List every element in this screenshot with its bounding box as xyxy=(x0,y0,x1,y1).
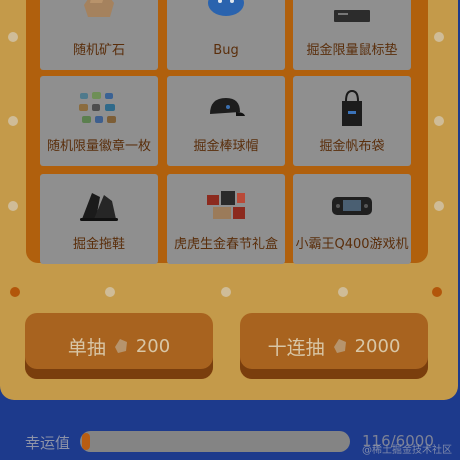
badges-icon xyxy=(40,86,158,130)
ore-coin-icon xyxy=(333,339,346,353)
frame-light xyxy=(8,32,18,42)
frame-light xyxy=(8,116,18,126)
luck-progress-bar xyxy=(80,431,350,452)
single-draw-cost: 200 xyxy=(135,335,171,357)
luck-progress-fill xyxy=(82,433,90,450)
game-console-icon xyxy=(293,184,411,228)
prize-card-badges: 随机限量徽章一枚 xyxy=(40,76,158,166)
luck-label: 幸运值 xyxy=(25,434,71,452)
prize-card-mousepad: 掘金限量鼠标垫 xyxy=(293,0,411,70)
prize-card-ore: 随机矿石 xyxy=(40,0,158,70)
frame-light xyxy=(105,287,115,297)
ten-draw-button[interactable]: 十连抽 2000 xyxy=(240,313,428,379)
bug-plush-icon xyxy=(167,0,285,26)
ore-icon xyxy=(40,0,158,26)
prize-card-tote-bag: 掘金帆布袋 xyxy=(293,76,411,166)
frame-light xyxy=(432,287,442,297)
frame-light xyxy=(434,116,444,126)
watermark: @稀土掘金技术社区 xyxy=(362,445,452,456)
prize-card-slippers: 掘金拖鞋 xyxy=(40,174,158,264)
tote-bag-icon xyxy=(293,86,411,130)
prize-card-game-console: 小霸王Q400游戏机 xyxy=(293,174,411,264)
frame-light xyxy=(434,32,444,42)
prize-board: 随机矿石 Bug 掘金限量鼠标垫 随机限量徽章一枚 掘金棒球帽 掘金帆布袋 掘金… xyxy=(26,0,428,264)
frame-light xyxy=(10,287,20,297)
ten-draw-cost: 2000 xyxy=(354,335,401,357)
gift-box-icon xyxy=(167,184,285,228)
frame-light xyxy=(338,287,348,297)
ten-draw-label: 十连抽 xyxy=(267,336,325,359)
cap-icon xyxy=(167,86,285,130)
single-draw-label: 单抽 xyxy=(67,336,106,359)
slippers-icon xyxy=(40,184,158,228)
frame-light xyxy=(434,201,444,211)
frame-light xyxy=(221,287,231,297)
prize-card-cap: 掘金棒球帽 xyxy=(167,76,285,166)
prize-card-bug: Bug xyxy=(167,0,285,70)
prize-card-gift-box: 虎虎生金春节礼盒 xyxy=(167,174,285,264)
single-draw-button[interactable]: 单抽 200 xyxy=(25,313,213,379)
mousepad-icon xyxy=(293,0,411,38)
frame-light xyxy=(8,201,18,211)
ore-coin-icon xyxy=(114,339,127,353)
